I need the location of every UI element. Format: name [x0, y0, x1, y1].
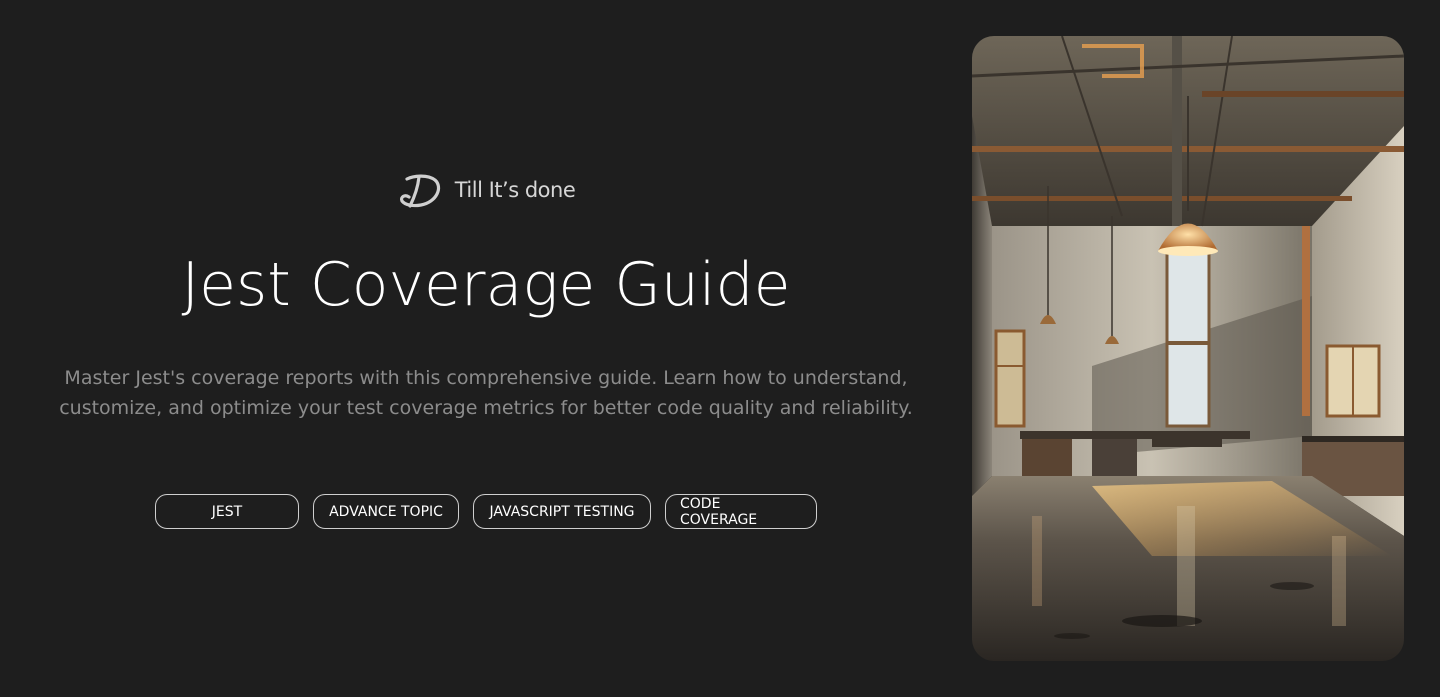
- industrial-interior-illustration: [972, 36, 1404, 661]
- page-title: Jest Coverage Guide: [181, 250, 791, 320]
- tag-jest[interactable]: JEST: [155, 494, 299, 529]
- tag-javascript-testing[interactable]: JAVASCRIPT TESTING: [473, 494, 651, 529]
- page-description: Master Jest's coverage reports with this…: [59, 367, 913, 419]
- brand-name: Till It’s done: [454, 178, 576, 202]
- tag-code-coverage[interactable]: CODE COVERAGE: [665, 494, 817, 529]
- td-monogram-icon: [399, 174, 440, 208]
- hero-content: Till It’s done Jest Coverage Guide Maste…: [0, 0, 972, 697]
- hero-image: [972, 36, 1404, 661]
- tag-advance-topic[interactable]: ADVANCE TOPIC: [313, 494, 459, 529]
- page: Till It’s done Jest Coverage Guide Maste…: [0, 0, 1440, 697]
- tag-list: JEST ADVANCE TOPIC JAVASCRIPT TESTING CO…: [155, 494, 817, 529]
- brand[interactable]: Till It’s done: [0, 170, 972, 210]
